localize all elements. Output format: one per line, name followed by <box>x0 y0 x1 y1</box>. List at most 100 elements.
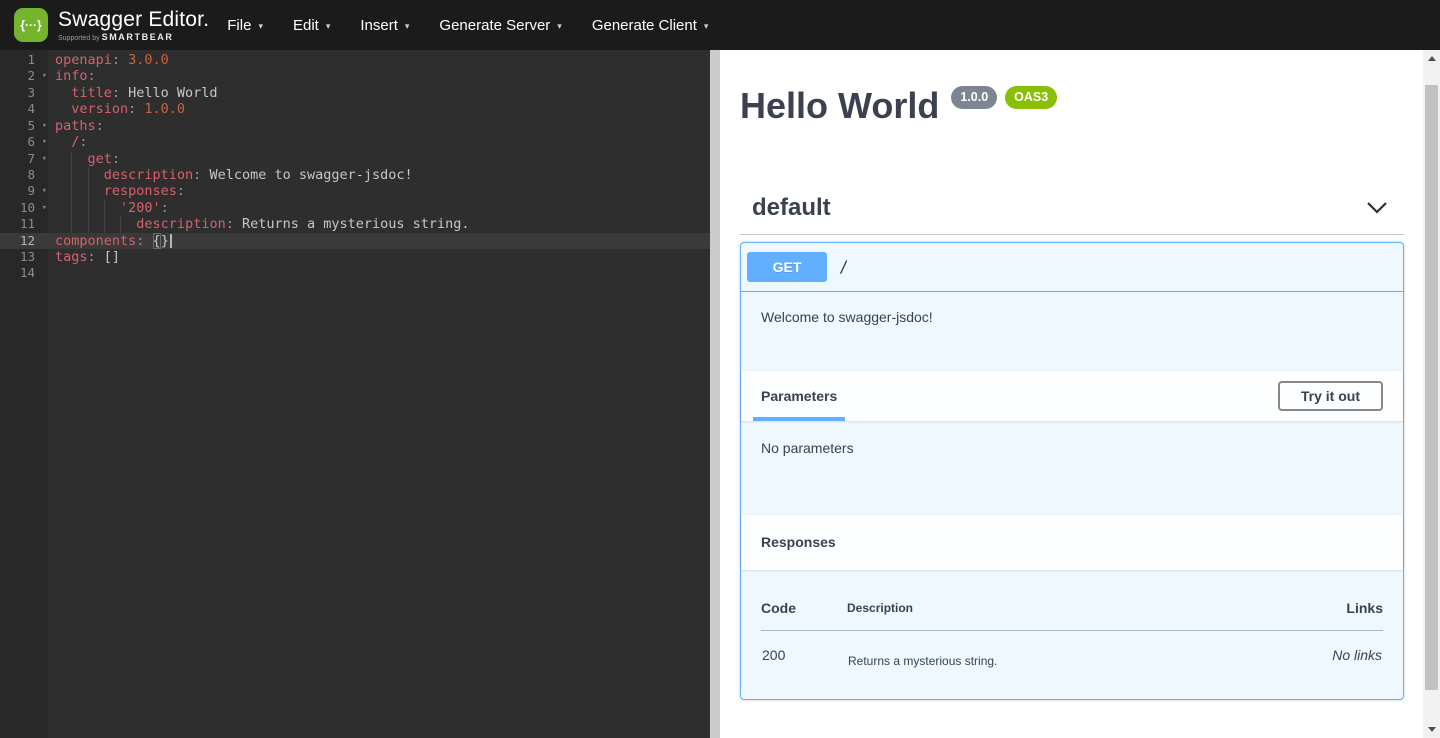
indent-guide <box>88 216 89 232</box>
preview-scrollbar[interactable] <box>1423 50 1440 738</box>
parameters-header: Parameters Try it out <box>741 371 1403 421</box>
menu-file-label: File <box>227 17 251 34</box>
dropdown-caret-icon: ▾ <box>405 21 410 32</box>
main-split: 12▾345▾6▾7▾89▾10▾11121314 openapi: 3.0.0… <box>0 50 1440 738</box>
version-badge: 1.0.0 <box>951 86 997 109</box>
fold-arrow-icon[interactable]: ▾ <box>42 118 47 134</box>
response-links: No links <box>1263 630 1383 669</box>
code-line: description: Welcome to swagger-jsdoc! <box>48 167 710 183</box>
indent-guide <box>71 183 72 199</box>
api-title-text: Hello World <box>740 86 939 126</box>
operation-description-text: Welcome to swagger-jsdoc! <box>761 309 1383 325</box>
dropdown-caret-icon: ▾ <box>704 21 709 32</box>
menu-file[interactable]: File ▾ <box>227 17 263 34</box>
swagger-logo-icon: {···} <box>14 8 48 42</box>
oas3-badge: OAS3 <box>1005 86 1057 109</box>
indent-guide <box>88 200 89 216</box>
pane-splitter[interactable] <box>710 50 720 738</box>
logo-glyph: {···} <box>20 18 41 32</box>
line-number: 2▾ <box>0 68 48 84</box>
app-title: Swagger Editor. <box>58 9 209 31</box>
indent-guide <box>88 183 89 199</box>
code-line: tags: [] <box>48 249 710 265</box>
response-row: 200 Returns a mysterious string. No link… <box>761 630 1383 669</box>
menu-generate-client-label: Generate Client <box>592 17 697 34</box>
code-line: version: 1.0.0 <box>48 101 710 117</box>
api-title: Hello World 1.0.0 OAS3 <box>740 86 1404 126</box>
fold-arrow-icon[interactable]: ▾ <box>42 200 47 216</box>
menu-bar: File ▾ Edit ▾ Insert ▾ Generate Server ▾… <box>227 17 708 34</box>
tab-parameters[interactable]: Parameters <box>753 371 845 421</box>
menu-insert[interactable]: Insert ▾ <box>360 17 409 34</box>
responses-body: Code Description Links 200 Returns a mys… <box>741 570 1403 699</box>
menu-generate-server-label: Generate Server <box>439 17 550 34</box>
text-cursor <box>170 234 172 248</box>
fold-arrow-icon[interactable]: ▾ <box>42 151 47 167</box>
dropdown-caret-icon: ▾ <box>326 21 331 32</box>
links-column-header: Links <box>1263 600 1383 631</box>
responses-header: Responses <box>741 515 1403 570</box>
operation-summary[interactable]: GET / <box>741 243 1403 292</box>
responses-table-header-row: Code Description Links <box>761 600 1383 631</box>
line-number: 6▾ <box>0 134 48 150</box>
fold-arrow-icon[interactable]: ▾ <box>42 68 47 84</box>
parameters-tab-label: Parameters <box>761 388 837 404</box>
line-number: 3 <box>0 85 48 101</box>
fold-arrow-icon[interactable]: ▾ <box>42 183 47 199</box>
code-line: openapi: 3.0.0 <box>48 52 710 68</box>
get-method-badge: GET <box>747 252 827 282</box>
scrollbar-up-arrow-icon[interactable] <box>1423 50 1440 67</box>
indent-guide <box>71 200 72 216</box>
collapse-chevron-icon[interactable] <box>1366 201 1388 215</box>
code-line: description: Returns a mysterious string… <box>48 216 710 232</box>
brand[interactable]: {···} Swagger Editor. Supported by SMART… <box>14 8 209 42</box>
code-line: '200': <box>48 200 710 216</box>
yaml-editor[interactable]: 12▾345▾6▾7▾89▾10▾11121314 openapi: 3.0.0… <box>0 50 710 738</box>
indent-guide <box>88 167 89 183</box>
code-line: title: Hello World <box>48 85 710 101</box>
menu-edit-label: Edit <box>293 17 319 34</box>
menu-generate-client[interactable]: Generate Client ▾ <box>592 17 709 34</box>
tag-section-header[interactable]: default <box>740 194 1404 235</box>
code-line: info: <box>48 68 710 84</box>
indent-guide <box>120 216 121 232</box>
scrollbar-down-arrow-icon[interactable] <box>1423 721 1440 738</box>
editor-code[interactable]: openapi: 3.0.0info:title: Hello Worldver… <box>48 50 710 738</box>
dropdown-caret-icon: ▾ <box>557 21 562 32</box>
line-number: 10▾ <box>0 200 48 216</box>
scrollbar-thumb[interactable] <box>1425 85 1438 690</box>
line-number: 14 <box>0 265 48 281</box>
supported-by-label: Supported by <box>58 35 100 42</box>
swagger-editor-app: {···} Swagger Editor. Supported by SMART… <box>0 0 1440 738</box>
indent-guide <box>104 200 105 216</box>
smartbear-label: SMARTBEAR <box>102 32 174 42</box>
description-column-header: Description <box>847 600 1263 631</box>
try-it-out-button[interactable]: Try it out <box>1278 381 1383 411</box>
topbar: {···} Swagger Editor. Supported by SMART… <box>0 0 1440 50</box>
tag-section-default: default GET / Welcome to swagger-jsdoc! <box>740 194 1404 700</box>
response-description: Returns a mysterious string. <box>847 630 1263 669</box>
menu-edit[interactable]: Edit ▾ <box>293 17 330 34</box>
line-number: 4 <box>0 101 48 117</box>
line-number: 9▾ <box>0 183 48 199</box>
editor-gutter: 12▾345▾6▾7▾89▾10▾11121314 <box>0 50 48 738</box>
code-line: get: <box>48 151 710 167</box>
code-column-header: Code <box>761 600 847 631</box>
fold-arrow-icon[interactable]: ▾ <box>42 134 47 150</box>
line-number: 1 <box>0 52 48 68</box>
no-parameters-message: No parameters <box>761 440 854 456</box>
active-tab-underline <box>753 417 845 421</box>
line-number: 7▾ <box>0 151 48 167</box>
indent-guide <box>71 216 72 232</box>
response-code: 200 <box>761 630 847 669</box>
swagger-ui-preview: Hello World 1.0.0 OAS3 default GET / <box>720 50 1423 738</box>
code-line: components: {} <box>48 233 710 249</box>
indent-guide <box>104 216 105 232</box>
line-number: 5▾ <box>0 118 48 134</box>
menu-insert-label: Insert <box>360 17 398 34</box>
operation-path: / <box>839 257 849 276</box>
code-line: /: <box>48 134 710 150</box>
line-number: 12 <box>0 233 48 249</box>
operation-get: GET / Welcome to swagger-jsdoc! Paramete… <box>740 242 1404 700</box>
menu-generate-server[interactable]: Generate Server ▾ <box>439 17 561 34</box>
